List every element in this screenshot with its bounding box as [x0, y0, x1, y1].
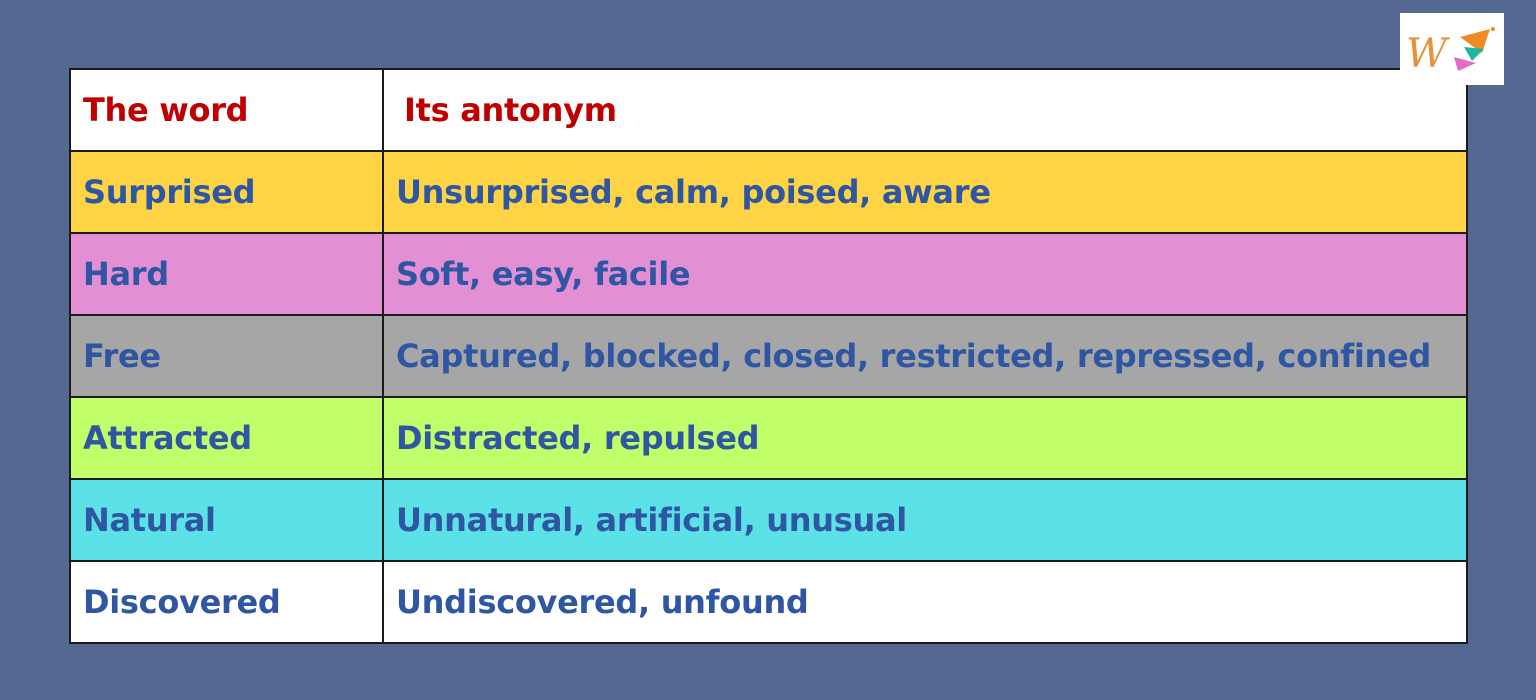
antonym-table: The word Its antonym Surprised Unsurprise… [69, 68, 1468, 644]
word-cell: Discovered [69, 560, 384, 644]
word-cell: Hard [69, 232, 384, 316]
antonym-cell: Captured, blocked, closed, restricted, r… [382, 314, 1468, 398]
logo: W [1400, 13, 1504, 85]
word-cell: Attracted [69, 396, 384, 480]
antonym-cell: Distracted, repulsed [382, 396, 1468, 480]
table-row: Discovered Undiscovered, unfound [69, 560, 1468, 644]
table-row: Surprised Unsurprised, calm, poised, awar… [69, 150, 1468, 234]
table-header-row: The word Its antonym [69, 68, 1468, 152]
header-word: The word [69, 68, 384, 152]
logo-letter: W [1406, 31, 1450, 77]
table-row: Attracted Distracted, repulsed [69, 396, 1468, 480]
word-cell: Free [69, 314, 384, 398]
antonym-cell: Undiscovered, unfound [382, 560, 1468, 644]
header-antonym: Its antonym [382, 68, 1468, 152]
antonym-cell: Unsurprised, calm, poised, aware [382, 150, 1468, 234]
table-row: Hard Soft, easy, facile [69, 232, 1468, 316]
antonym-table-wrapper: The word Its antonym Surprised Unsurprise… [69, 68, 1468, 644]
antonym-table-body: The word Its antonym Surprised Unsurprise… [69, 68, 1468, 644]
word-cell: Surprised [69, 150, 384, 234]
table-row: Free Captured, blocked, closed, restricte… [69, 314, 1468, 398]
logo-teal-triangle [1464, 47, 1484, 61]
word-cell: Natural [69, 478, 384, 562]
antonym-cell: Unnatural, artificial, unusual [382, 478, 1468, 562]
logo-icon: W [1406, 27, 1495, 77]
table-row: Natural Unnatural, artificial, unusual [69, 478, 1468, 562]
logo-dot [1491, 27, 1495, 31]
antonym-cell: Soft, easy, facile [382, 232, 1468, 316]
